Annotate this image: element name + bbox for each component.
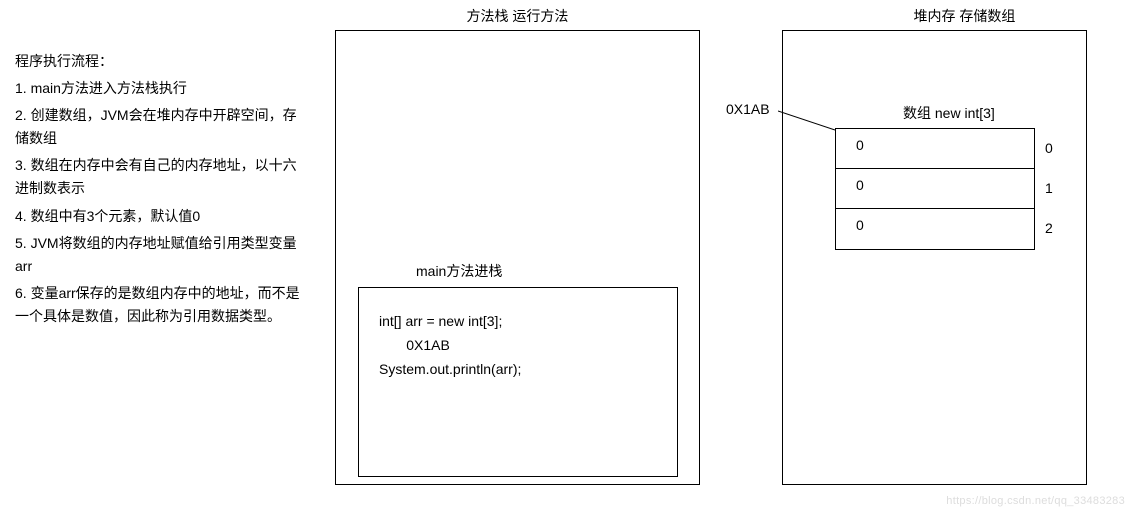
array-value: 0 xyxy=(836,129,1034,169)
stack-box: main方法进栈 int[] arr = new int[3]; 0X1AB S… xyxy=(335,30,700,485)
code-line: 0X1AB xyxy=(379,334,657,358)
flow-step: 1. main方法进入方法栈执行 xyxy=(15,77,310,100)
code-line: System.out.println(arr); xyxy=(379,358,657,382)
array-index: 1 xyxy=(1045,168,1053,208)
flow-title: 程序执行流程： xyxy=(15,50,310,73)
array-index: 2 xyxy=(1045,208,1053,248)
code-line: int[] arr = new int[3]; xyxy=(379,310,657,334)
array-cell: 0 xyxy=(836,129,1034,169)
method-stack-section: 方法栈 运行方法 main方法进栈 int[] arr = new int[3]… xyxy=(335,6,700,485)
flow-description: 程序执行流程： 1. main方法进入方法栈执行 2. 创建数组，JVM会在堆内… xyxy=(15,50,310,332)
array-object: 0 0 0 xyxy=(835,128,1035,250)
connector-line xyxy=(778,109,836,131)
watermark: https://blog.csdn.net/qq_33483283 xyxy=(946,495,1125,507)
array-value: 0 xyxy=(836,209,1034,249)
heap-memory-section: 堆内存 存储数组 0X1AB 数组 new int[3] 0 0 0 0 1 2 xyxy=(782,6,1087,485)
array-value: 0 xyxy=(836,169,1034,209)
array-cell: 0 xyxy=(836,209,1034,249)
flow-step: 3. 数组在内存中会有自己的内存地址，以十六进制数表示 xyxy=(15,154,310,200)
array-cell: 0 xyxy=(836,169,1034,209)
heap-header: 堆内存 存储数组 xyxy=(782,6,1087,26)
flow-step: 6. 变量arr保存的是数组内存中的地址，而不是一个具体是数值，因此称为引用数据… xyxy=(15,282,310,328)
flow-step: 4. 数组中有3个元素，默认值0 xyxy=(15,205,310,228)
main-stack-frame: int[] arr = new int[3]; 0X1AB System.out… xyxy=(358,287,678,477)
heap-box: 0X1AB 数组 new int[3] 0 0 0 0 1 2 xyxy=(782,30,1087,485)
heap-address-label: 0X1AB xyxy=(726,101,770,117)
array-indices: 0 1 2 xyxy=(1045,128,1053,248)
array-index: 0 xyxy=(1045,128,1053,168)
flow-step: 2. 创建数组，JVM会在堆内存中开辟空间，存储数组 xyxy=(15,104,310,150)
array-title: 数组 new int[3] xyxy=(903,103,995,123)
main-frame-label: main方法进栈 xyxy=(416,261,502,281)
flow-step: 5. JVM将数组的内存地址赋值给引用类型变量arr xyxy=(15,232,310,278)
stack-header: 方法栈 运行方法 xyxy=(335,6,700,26)
